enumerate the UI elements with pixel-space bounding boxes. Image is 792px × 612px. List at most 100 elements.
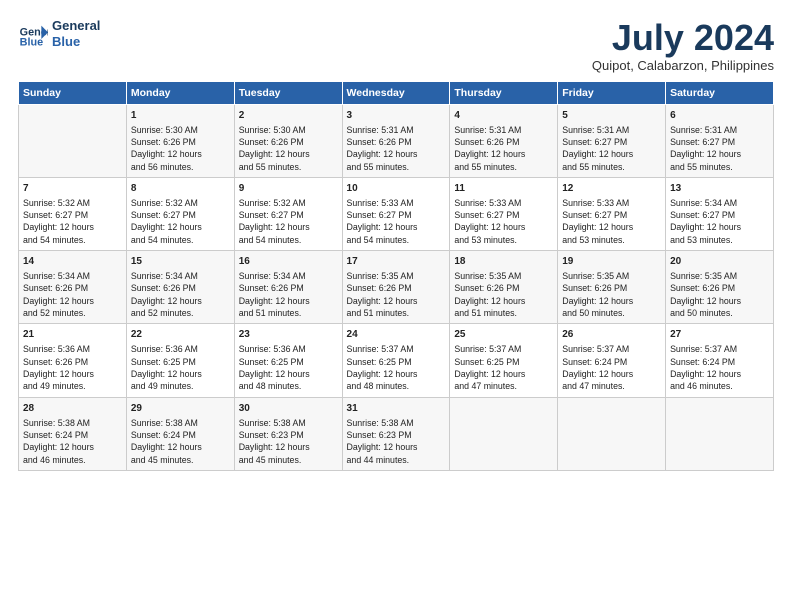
cell-w5-d4: 31Sunrise: 5:38 AM Sunset: 6:23 PM Dayli… xyxy=(342,397,450,470)
day-number: 10 xyxy=(347,182,446,196)
week-row-4: 21Sunrise: 5:36 AM Sunset: 6:26 PM Dayli… xyxy=(19,324,774,397)
cell-w1-d3: 2Sunrise: 5:30 AM Sunset: 6:26 PM Daylig… xyxy=(234,104,342,177)
day-number: 5 xyxy=(562,109,661,123)
logo: General Blue General Blue xyxy=(18,18,100,49)
cell-w5-d5 xyxy=(450,397,558,470)
day-info: Sunrise: 5:35 AM Sunset: 6:26 PM Dayligh… xyxy=(562,270,661,319)
title-block: July 2024 Quipot, Calabarzon, Philippine… xyxy=(592,18,774,73)
col-friday: Friday xyxy=(558,81,666,104)
cell-w1-d1 xyxy=(19,104,127,177)
day-number: 26 xyxy=(562,328,661,342)
day-info: Sunrise: 5:38 AM Sunset: 6:24 PM Dayligh… xyxy=(131,417,230,466)
day-number: 22 xyxy=(131,328,230,342)
day-info: Sunrise: 5:37 AM Sunset: 6:24 PM Dayligh… xyxy=(670,343,769,392)
day-number: 28 xyxy=(23,402,122,416)
day-info: Sunrise: 5:38 AM Sunset: 6:23 PM Dayligh… xyxy=(239,417,338,466)
cell-w1-d7: 6Sunrise: 5:31 AM Sunset: 6:27 PM Daylig… xyxy=(666,104,774,177)
day-number: 29 xyxy=(131,402,230,416)
cell-w1-d5: 4Sunrise: 5:31 AM Sunset: 6:26 PM Daylig… xyxy=(450,104,558,177)
calendar-table: Sunday Monday Tuesday Wednesday Thursday… xyxy=(18,81,774,471)
day-number: 1 xyxy=(131,109,230,123)
cell-w4-d5: 25Sunrise: 5:37 AM Sunset: 6:25 PM Dayli… xyxy=(450,324,558,397)
day-info: Sunrise: 5:36 AM Sunset: 6:26 PM Dayligh… xyxy=(23,343,122,392)
day-number: 9 xyxy=(239,182,338,196)
cell-w5-d1: 28Sunrise: 5:38 AM Sunset: 6:24 PM Dayli… xyxy=(19,397,127,470)
day-number: 15 xyxy=(131,255,230,269)
day-info: Sunrise: 5:33 AM Sunset: 6:27 PM Dayligh… xyxy=(347,197,446,246)
cell-w2-d5: 11Sunrise: 5:33 AM Sunset: 6:27 PM Dayli… xyxy=(450,177,558,250)
week-row-2: 7 Sunrise: 5:32 AM Sunset: 6:27 PM Daylig… xyxy=(19,177,774,250)
cell-w2-d6: 12Sunrise: 5:33 AM Sunset: 6:27 PM Dayli… xyxy=(558,177,666,250)
week-row-1: 1Sunrise: 5:30 AM Sunset: 6:26 PM Daylig… xyxy=(19,104,774,177)
day-number: 7 xyxy=(23,182,122,196)
cell-w5-d2: 29Sunrise: 5:38 AM Sunset: 6:24 PM Dayli… xyxy=(126,397,234,470)
day-info: Sunrise: 5:37 AM Sunset: 6:25 PM Dayligh… xyxy=(347,343,446,392)
day-number: 11 xyxy=(454,182,553,196)
day-info: Sunrise: 5:34 AM Sunset: 6:26 PM Dayligh… xyxy=(239,270,338,319)
day-info: Sunrise: 5:34 AM Sunset: 6:27 PM Dayligh… xyxy=(670,197,769,246)
day-info: Sunrise: 5:36 AM Sunset: 6:25 PM Dayligh… xyxy=(239,343,338,392)
day-number: 16 xyxy=(239,255,338,269)
col-tuesday: Tuesday xyxy=(234,81,342,104)
cell-w3-d1: 14Sunrise: 5:34 AM Sunset: 6:26 PM Dayli… xyxy=(19,251,127,324)
cell-w1-d2: 1Sunrise: 5:30 AM Sunset: 6:26 PM Daylig… xyxy=(126,104,234,177)
day-info: Sunrise: 5:30 AM Sunset: 6:26 PM Dayligh… xyxy=(131,124,230,173)
day-info: Sunrise: 5:31 AM Sunset: 6:26 PM Dayligh… xyxy=(454,124,553,173)
day-number: 21 xyxy=(23,328,122,342)
day-number: 24 xyxy=(347,328,446,342)
day-number: 25 xyxy=(454,328,553,342)
col-saturday: Saturday xyxy=(666,81,774,104)
day-number: 17 xyxy=(347,255,446,269)
main-title: July 2024 xyxy=(592,18,774,58)
col-monday: Monday xyxy=(126,81,234,104)
subtitle: Quipot, Calabarzon, Philippines xyxy=(592,58,774,73)
cell-w1-d4: 3Sunrise: 5:31 AM Sunset: 6:26 PM Daylig… xyxy=(342,104,450,177)
page-header: General Blue General Blue July 2024 Quip… xyxy=(18,18,774,73)
cell-w5-d3: 30Sunrise: 5:38 AM Sunset: 6:23 PM Dayli… xyxy=(234,397,342,470)
day-info: Sunrise: 5:36 AM Sunset: 6:25 PM Dayligh… xyxy=(131,343,230,392)
day-number: 13 xyxy=(670,182,769,196)
day-number: 2 xyxy=(239,109,338,123)
cell-w4-d4: 24Sunrise: 5:37 AM Sunset: 6:25 PM Dayli… xyxy=(342,324,450,397)
day-number: 3 xyxy=(347,109,446,123)
cell-w3-d6: 19Sunrise: 5:35 AM Sunset: 6:26 PM Dayli… xyxy=(558,251,666,324)
day-info: Sunrise: 5:35 AM Sunset: 6:26 PM Dayligh… xyxy=(670,270,769,319)
cell-w2-d7: 13Sunrise: 5:34 AM Sunset: 6:27 PM Dayli… xyxy=(666,177,774,250)
cell-w2-d1: 7Sunrise: 5:32 AM Sunset: 6:27 PM Daylig… xyxy=(19,177,127,250)
cell-w4-d2: 22Sunrise: 5:36 AM Sunset: 6:25 PM Dayli… xyxy=(126,324,234,397)
day-info: Sunrise: 5:32 AM Sunset: 6:27 PM Dayligh… xyxy=(239,197,338,246)
cell-w2-d2: 8Sunrise: 5:32 AM Sunset: 6:27 PM Daylig… xyxy=(126,177,234,250)
day-number: 30 xyxy=(239,402,338,416)
day-number: 23 xyxy=(239,328,338,342)
week-row-3: 14 Sunrise: 5:34 AM Sunset: 6:26 PM Dayli… xyxy=(19,251,774,324)
day-number: 31 xyxy=(347,402,446,416)
col-sunday: Sunday xyxy=(19,81,127,104)
cell-w3-d4: 17Sunrise: 5:35 AM Sunset: 6:26 PM Dayli… xyxy=(342,251,450,324)
cell-w4-d7: 27Sunrise: 5:37 AM Sunset: 6:24 PM Dayli… xyxy=(666,324,774,397)
calendar-header: Sunday Monday Tuesday Wednesday Thursday… xyxy=(19,81,774,104)
day-info: Sunrise: 5:31 AM Sunset: 6:26 PM Dayligh… xyxy=(347,124,446,173)
day-number: 14 xyxy=(23,255,122,269)
day-info: Sunrise: 5:35 AM Sunset: 6:26 PM Dayligh… xyxy=(454,270,553,319)
cell-w4-d1: 21Sunrise: 5:36 AM Sunset: 6:26 PM Dayli… xyxy=(19,324,127,397)
day-info: Sunrise: 5:38 AM Sunset: 6:24 PM Dayligh… xyxy=(23,417,122,466)
day-info: Sunrise: 5:31 AM Sunset: 6:27 PM Dayligh… xyxy=(562,124,661,173)
day-info: Sunrise: 5:37 AM Sunset: 6:24 PM Dayligh… xyxy=(562,343,661,392)
logo-text-line2: Blue xyxy=(52,34,100,50)
cell-w4-d6: 26Sunrise: 5:37 AM Sunset: 6:24 PM Dayli… xyxy=(558,324,666,397)
logo-text-line1: General xyxy=(52,18,100,34)
calendar-body: 1Sunrise: 5:30 AM Sunset: 6:26 PM Daylig… xyxy=(19,104,774,470)
col-wednesday: Wednesday xyxy=(342,81,450,104)
day-info: Sunrise: 5:34 AM Sunset: 6:26 PM Dayligh… xyxy=(131,270,230,319)
day-info: Sunrise: 5:31 AM Sunset: 6:27 PM Dayligh… xyxy=(670,124,769,173)
day-info: Sunrise: 5:37 AM Sunset: 6:25 PM Dayligh… xyxy=(454,343,553,392)
day-info: Sunrise: 5:32 AM Sunset: 6:27 PM Dayligh… xyxy=(131,197,230,246)
svg-text:Blue: Blue xyxy=(20,36,43,48)
cell-w5-d6 xyxy=(558,397,666,470)
cell-w5-d7 xyxy=(666,397,774,470)
cell-w3-d5: 18Sunrise: 5:35 AM Sunset: 6:26 PM Dayli… xyxy=(450,251,558,324)
day-info: Sunrise: 5:30 AM Sunset: 6:26 PM Dayligh… xyxy=(239,124,338,173)
cell-w2-d4: 10Sunrise: 5:33 AM Sunset: 6:27 PM Dayli… xyxy=(342,177,450,250)
cell-w3-d3: 16Sunrise: 5:34 AM Sunset: 6:26 PM Dayli… xyxy=(234,251,342,324)
cell-w1-d6: 5Sunrise: 5:31 AM Sunset: 6:27 PM Daylig… xyxy=(558,104,666,177)
